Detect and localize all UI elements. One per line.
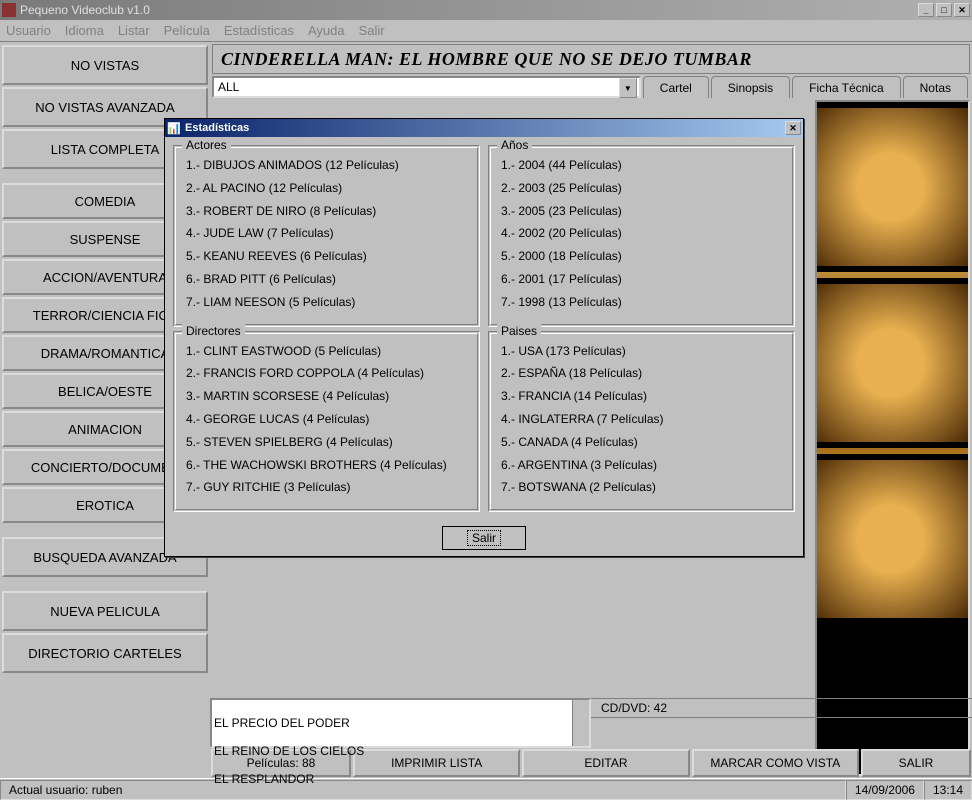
stat-item: 1.- USA (173 Películas) — [501, 340, 782, 363]
stats-actores: 1.- DIBUJOS ANIMADOS (12 Películas)2.- A… — [186, 154, 467, 314]
legend-paises: Paises — [497, 324, 541, 338]
stat-item: 1.- 2004 (44 Películas) — [501, 154, 782, 177]
menu-usuario[interactable]: Usuario — [6, 23, 51, 38]
tab-ficha[interactable]: Ficha Técnica — [792, 76, 900, 98]
stat-item: 7.- BOTSWANA (2 Películas) — [501, 476, 782, 499]
stat-item: 4.- 2002 (20 Películas) — [501, 222, 782, 245]
bobina-label: Bobina/Estuche: 1 — [865, 701, 962, 715]
app-icon — [2, 3, 16, 17]
stat-item: 2.- ESPAÑA (18 Películas) — [501, 362, 782, 385]
legend-actores: Actores — [182, 138, 231, 152]
stat-item: 5.- CANADA (4 Películas) — [501, 431, 782, 454]
menu-estadisticas[interactable]: Estadísticas — [224, 23, 294, 38]
fieldset-anos: Años 1.- 2004 (44 Películas)2.- 2003 (25… — [488, 145, 795, 327]
legend-anos: Años — [497, 138, 532, 152]
tab-sinopsis[interactable]: Sinopsis — [711, 76, 790, 98]
dialog-icon: 📊 — [167, 122, 181, 134]
menubar: Usuario Idioma Listar Película Estadísti… — [0, 20, 972, 42]
status-time: 13:14 — [924, 780, 972, 800]
stat-item: 5.- KEANU REEVES (6 Películas) — [186, 245, 467, 268]
tab-notas[interactable]: Notas — [903, 76, 968, 98]
sidebar-nueva-pelicula[interactable]: NUEVA PELICULA — [2, 591, 208, 631]
stat-item: 3.- FRANCIA (14 Películas) — [501, 385, 782, 408]
stat-item: 2.- FRANCIS FORD COPPOLA (4 Películas) — [186, 362, 467, 385]
stats-directores: 1.- CLINT EASTWOOD (5 Películas)2.- FRAN… — [186, 340, 467, 500]
stat-item: 4.- JUDE LAW (7 Películas) — [186, 222, 467, 245]
menu-listar[interactable]: Listar — [118, 23, 150, 38]
sidebar-directorio-carteles[interactable]: DIRECTORIO CARTELES — [2, 633, 208, 673]
stat-item: 7.- LIAM NEESON (5 Películas) — [186, 291, 467, 314]
movie-title: CINDERELLA MAN: EL HOMBRE QUE NO SE DEJO… — [212, 44, 970, 74]
maximize-button[interactable]: □ — [936, 3, 952, 17]
stat-item: 6.- 2001 (17 Películas) — [501, 268, 782, 291]
window-title: Pequeno Videoclub v1.0 — [20, 3, 918, 17]
dialog-titlebar[interactable]: 📊 Estadísticas ✕ — [165, 119, 803, 137]
poster-panel — [815, 100, 970, 776]
stat-item: 3.- MARTIN SCORSESE (4 Películas) — [186, 385, 467, 408]
stat-item: 1.- DIBUJOS ANIMADOS (12 Películas) — [186, 154, 467, 177]
sidebar-no-vistas[interactable]: NO VISTAS — [2, 45, 208, 85]
salir-button[interactable]: SALIR — [861, 749, 971, 777]
dropdown-value: ALL — [218, 80, 239, 94]
list-item[interactable]: EL RESPLANDOR — [214, 772, 587, 786]
marcar-vista-button[interactable]: MARCAR COMO VISTA — [692, 749, 859, 777]
cd-dvd-label: CD/DVD: 42 — [601, 701, 667, 715]
stat-item: 2.- 2003 (25 Películas) — [501, 177, 782, 200]
dialog-close-button[interactable]: ✕ — [785, 121, 801, 135]
fieldset-actores: Actores 1.- DIBUJOS ANIMADOS (12 Películ… — [173, 145, 480, 327]
stat-item: 3.- 2005 (23 Películas) — [501, 200, 782, 223]
stat-item: 1.- CLINT EASTWOOD (5 Películas) — [186, 340, 467, 363]
list-item[interactable]: EL REINO DE LOS CIELOS — [214, 744, 587, 758]
menu-salir[interactable]: Salir — [359, 23, 385, 38]
dialog-title: Estadísticas — [185, 122, 785, 134]
tab-cartel[interactable]: Cartel — [643, 76, 709, 98]
dialog-salir-button[interactable]: Salir — [442, 526, 526, 550]
status-date: 14/09/2006 — [846, 780, 924, 800]
stat-item: 6.- BRAD PITT (6 Películas) — [186, 268, 467, 291]
stat-item: 7.- 1998 (13 Películas) — [501, 291, 782, 314]
stats-anos: 1.- 2004 (44 Películas)2.- 2003 (25 Pelí… — [501, 154, 782, 314]
close-button[interactable]: ✕ — [954, 3, 970, 17]
minimize-button[interactable]: _ — [918, 3, 934, 17]
stat-item: 3.- ROBERT DE NIRO (8 Películas) — [186, 200, 467, 223]
fieldset-paises: Paises 1.- USA (173 Películas)2.- ESPAÑA… — [488, 331, 795, 513]
filter-dropdown[interactable]: ALL — [212, 76, 641, 98]
stat-item: 6.- ARGENTINA (3 Películas) — [501, 454, 782, 477]
menu-ayuda[interactable]: Ayuda — [308, 23, 345, 38]
list-item[interactable]: EL PRECIO DEL PODER — [214, 716, 587, 730]
stat-item: 4.- GEORGE LUCAS (4 Películas) — [186, 408, 467, 431]
legend-directores: Directores — [182, 324, 245, 338]
stats-paises: 1.- USA (173 Películas)2.- ESPAÑA (18 Pe… — [501, 340, 782, 500]
stats-dialog: 📊 Estadísticas ✕ Actores 1.- DIBUJOS ANI… — [164, 118, 804, 557]
stat-item: 2.- AL PACINO (12 Películas) — [186, 177, 467, 200]
stat-item: 7.- GUY RITCHIE (3 Películas) — [186, 476, 467, 499]
stat-item: 6.- THE WACHOWSKI BROTHERS (4 Películas) — [186, 454, 467, 477]
stat-item: 4.- INGLATERRA (7 Películas) — [501, 408, 782, 431]
fieldset-directores: Directores 1.- CLINT EASTWOOD (5 Películ… — [173, 331, 480, 513]
stat-item: 5.- 2000 (18 Películas) — [501, 245, 782, 268]
menu-pelicula[interactable]: Película — [164, 23, 210, 38]
main-titlebar: Pequeno Videoclub v1.0 _ □ ✕ — [0, 0, 972, 20]
movie-listbox[interactable]: EL PRECIO DEL PODER EL REINO DE LOS CIEL… — [210, 698, 591, 748]
stat-item: 5.- STEVEN SPIELBERG (4 Películas) — [186, 431, 467, 454]
menu-idioma[interactable]: Idioma — [65, 23, 104, 38]
